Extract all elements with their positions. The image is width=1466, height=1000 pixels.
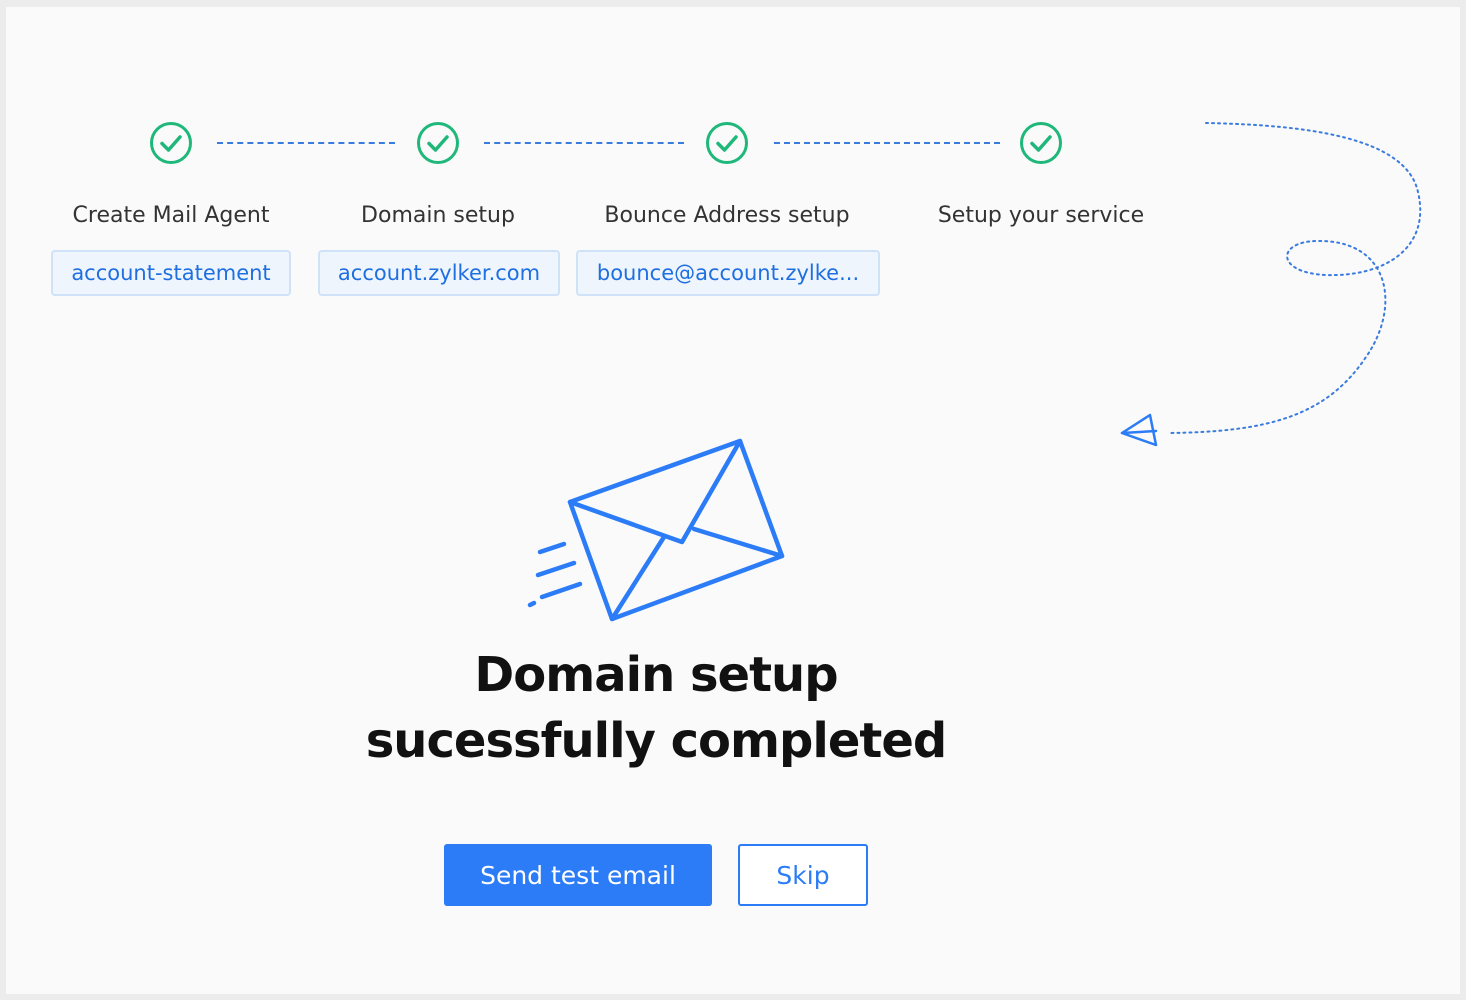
page-title-line-2: sucessfully completed [365, 713, 948, 769]
page-title: Domain setup [474, 647, 838, 703]
send-test-email-button[interactable]: Send test email [444, 844, 712, 906]
setup-complete-page: Create Mail Agent account-statement Doma… [6, 7, 1460, 994]
skip-button[interactable]: Skip [738, 844, 868, 906]
envelope-icon [527, 438, 785, 622]
